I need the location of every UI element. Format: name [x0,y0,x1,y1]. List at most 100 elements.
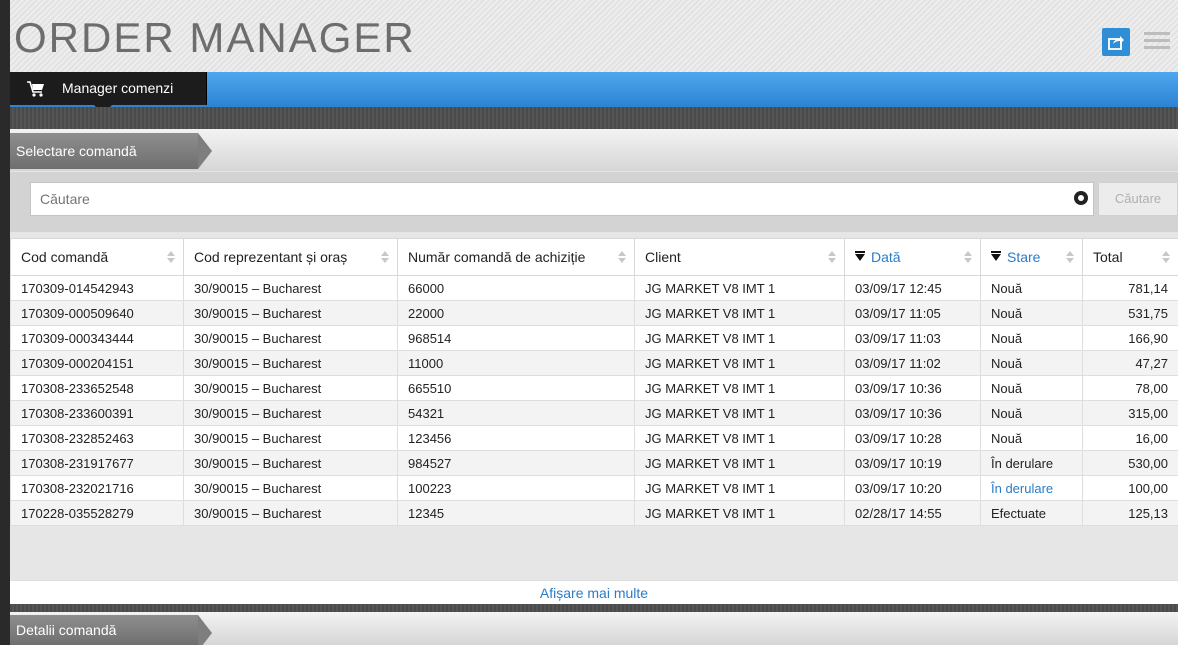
cell-numar-achizitie: 66000 [397,275,635,301]
cell-stare: În derulare [980,450,1083,476]
filter-icon[interactable] [855,251,865,263]
cell-reprezentant: 30/90015 – Bucharest [183,375,398,401]
section-tab-details[interactable]: Detalii comandă [10,615,212,645]
cell-reprezentant: 30/90015 – Bucharest [183,500,398,526]
clear-search-icon[interactable] [1074,191,1088,205]
cell-numar-achizitie: 968514 [397,325,635,351]
section-detalii-comanda: Detalii comandă [10,612,1178,645]
cell-reprezentant: 30/90015 – Bucharest [183,450,398,476]
section-selectare-comanda: Selectare comandă [10,129,1178,171]
cell-numar-achizitie: 22000 [397,300,635,326]
cell-cod-comanda: 170308-232021716 [10,475,184,501]
cell-stare: Nouă [980,300,1083,326]
cell-cod-comanda: 170308-233652548 [10,375,184,401]
cell-stare: Nouă [980,275,1083,301]
search-panel: Căutare [10,172,1178,232]
cell-cod-comanda: 170308-231917677 [10,450,184,476]
table-row[interactable]: 170308-232852463 30/90015 – Bucharest 12… [10,425,1178,451]
cell-total: 78,00 [1082,375,1178,401]
cell-client: JG MARKET V8 IMT 1 [634,350,845,376]
table-row[interactable]: 170309-014542943 30/90015 – Bucharest 66… [10,275,1178,301]
cell-numar-achizitie: 123456 [397,425,635,451]
cell-total: 781,14 [1082,275,1178,301]
cell-client: JG MARKET V8 IMT 1 [634,450,845,476]
table-row[interactable]: 170308-233652548 30/90015 – Bucharest 66… [10,375,1178,401]
cell-stare: Nouă [980,325,1083,351]
cell-numar-achizitie: 12345 [397,500,635,526]
col-header-client[interactable]: Client [634,238,845,276]
cell-reprezentant: 30/90015 – Bucharest [183,325,398,351]
shopping-cart-icon [27,81,44,97]
tab-manager-comenzi[interactable]: Manager comenzi [10,72,207,105]
cell-reprezentant: 30/90015 – Bucharest [183,300,398,326]
cell-total: 125,13 [1082,500,1178,526]
cell-numar-achizitie: 54321 [397,400,635,426]
cell-total: 47,27 [1082,350,1178,376]
divider-band [10,604,1178,612]
sort-icon[interactable] [618,251,626,263]
section-label: Selectare comandă [16,143,137,159]
section-tab-select[interactable]: Selectare comandă [10,133,212,169]
cell-stare: Nouă [980,425,1083,451]
table-row[interactable]: 170309-000509640 30/90015 – Bucharest 22… [10,300,1178,326]
cell-total: 166,90 [1082,325,1178,351]
cell-total: 530,00 [1082,450,1178,476]
search-input[interactable] [30,182,1094,216]
col-header-cod-comanda[interactable]: Cod comandă [10,238,184,276]
cell-data: 03/09/17 11:02 [844,350,981,376]
col-header-total[interactable]: Total [1082,238,1178,276]
sort-icon[interactable] [1162,251,1170,263]
table-row[interactable]: 170308-233600391 30/90015 – Bucharest 54… [10,400,1178,426]
tab-label: Manager comenzi [62,80,174,96]
sort-icon[interactable] [964,251,972,263]
nav-bar: Manager comenzi [10,72,1178,114]
cell-numar-achizitie: 984527 [397,450,635,476]
hamburger-menu-icon[interactable] [1144,28,1178,56]
cell-data: 03/09/17 10:28 [844,425,981,451]
cell-cod-comanda: 170309-000204151 [10,350,184,376]
col-header-data[interactable]: Dată [844,238,981,276]
cell-stare-link[interactable]: În derulare [980,475,1083,501]
cell-stare: Efectuate [980,500,1083,526]
cell-client: JG MARKET V8 IMT 1 [634,375,845,401]
table-header-row: Cod comandă Cod reprezentant și oraș Num… [10,238,1178,276]
sort-icon[interactable] [828,251,836,263]
cell-client: JG MARKET V8 IMT 1 [634,400,845,426]
table-row[interactable]: 170309-000343444 30/90015 – Bucharest 96… [10,325,1178,351]
col-header-numar-achizitie[interactable]: Număr comandă de achiziție [397,238,635,276]
sort-icon[interactable] [1066,251,1074,263]
app-title: ORDER MANAGER [14,14,416,61]
col-header-cod-reprezentant[interactable]: Cod reprezentant și oraș [183,238,398,276]
table-row[interactable]: 170308-231917677 30/90015 – Bucharest 98… [10,450,1178,476]
cell-data: 03/09/17 10:19 [844,450,981,476]
col-header-stare[interactable]: Stare [980,238,1083,276]
cell-total: 315,00 [1082,400,1178,426]
cell-data: 03/09/17 10:36 [844,400,981,426]
table-row[interactable]: 170308-232021716 30/90015 – Bucharest 10… [10,475,1178,501]
cell-cod-comanda: 170309-000343444 [10,325,184,351]
sort-icon[interactable] [167,251,175,263]
show-more-link[interactable]: Afișare mai multe [10,580,1178,605]
cell-reprezentant: 30/90015 – Bucharest [183,425,398,451]
cell-data: 03/09/17 10:36 [844,375,981,401]
table-row[interactable]: 170228-035528279 30/90015 – Bucharest 12… [10,500,1178,526]
cell-cod-comanda: 170308-232852463 [10,425,184,451]
cell-reprezentant: 30/90015 – Bucharest [183,350,398,376]
table-row[interactable]: 170309-000204151 30/90015 – Bucharest 11… [10,350,1178,376]
cell-stare: Nouă [980,400,1083,426]
cell-reprezentant: 30/90015 – Bucharest [183,275,398,301]
cell-client: JG MARKET V8 IMT 1 [634,475,845,501]
cell-client: JG MARKET V8 IMT 1 [634,425,845,451]
order-manager-app: ORDER MANAGER Manager comenzi Selectare … [10,0,1178,645]
filter-icon[interactable] [991,251,1001,263]
cell-total: 531,75 [1082,300,1178,326]
cell-data: 03/09/17 10:20 [844,475,981,501]
cell-stare: Nouă [980,375,1083,401]
export-button[interactable] [1102,28,1130,56]
cell-numar-achizitie: 11000 [397,350,635,376]
sort-icon[interactable] [381,251,389,263]
search-button[interactable]: Căutare [1098,182,1178,216]
cell-client: JG MARKET V8 IMT 1 [634,325,845,351]
cell-cod-comanda: 170228-035528279 [10,500,184,526]
section-label: Detalii comandă [16,622,117,638]
